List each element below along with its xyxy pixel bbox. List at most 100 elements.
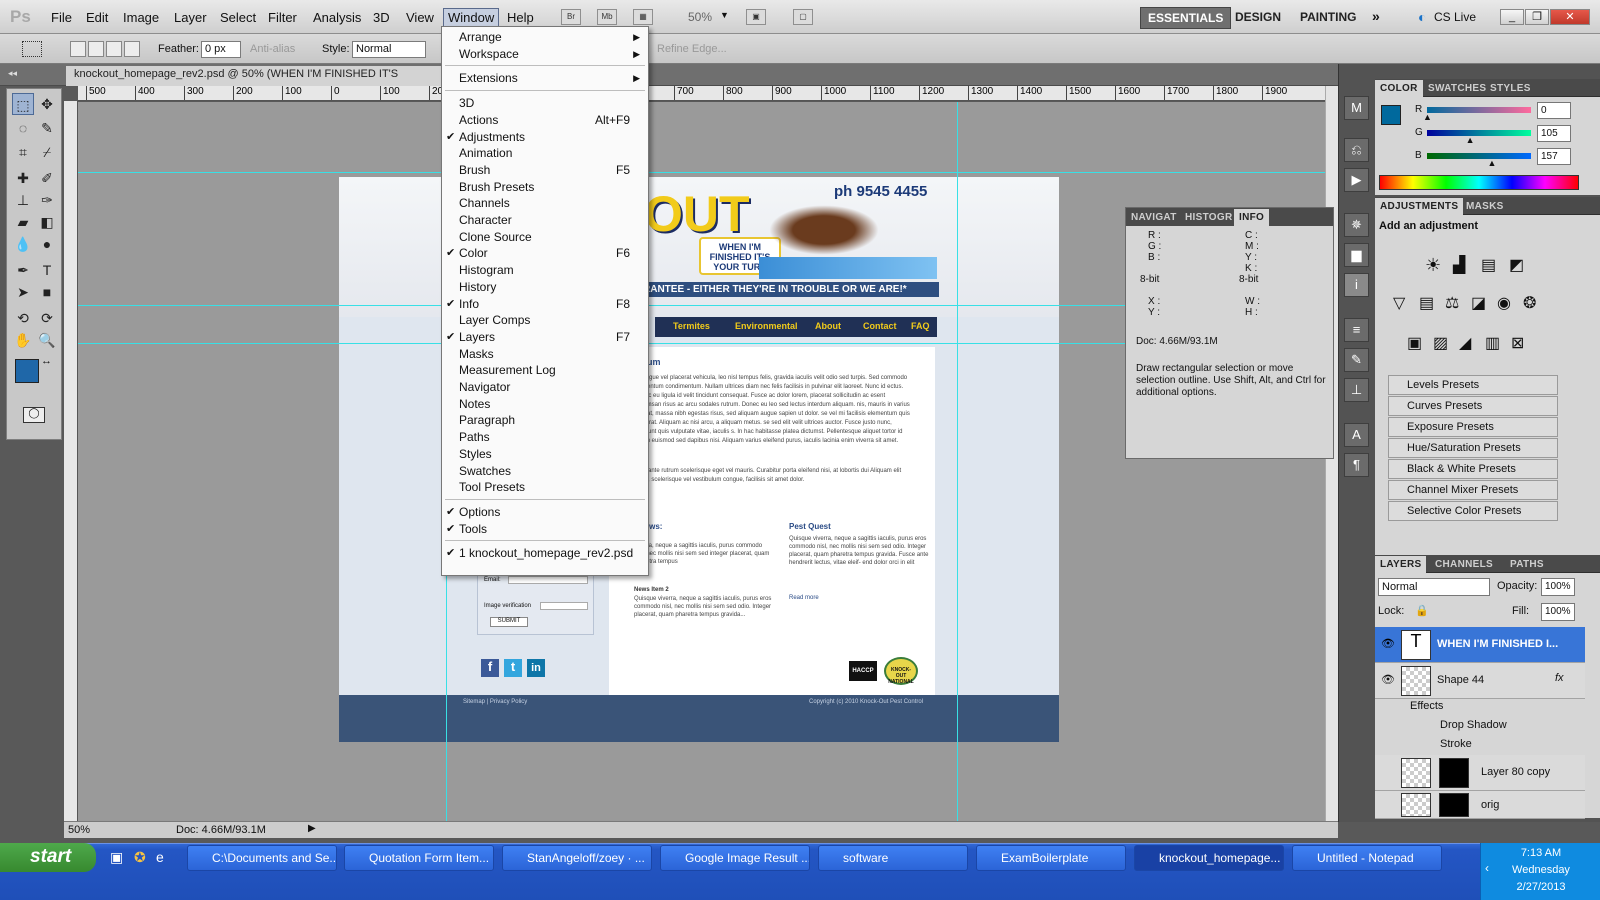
window-menu-item-arrange[interactable]: Arrange ▶ [442, 29, 648, 46]
window-menu-item-brush-presets[interactable]: Brush Presets [442, 179, 648, 196]
clone-source-icon[interactable]: ⊥ [1344, 378, 1369, 402]
more-workspaces-icon[interactable]: » [1372, 8, 1380, 24]
menu-edit[interactable]: Edit [82, 9, 112, 26]
window-menu-item-history[interactable]: History [442, 279, 648, 296]
task-explorer[interactable]: C:\Documents and Se... [187, 845, 337, 871]
layer-row[interactable]: orig [1375, 791, 1585, 819]
document-tab[interactable]: knockout_homepage_rev2.psd @ 50% (WHEN I… [66, 66, 446, 86]
task-notepad[interactable]: Untitled - Notepad [1292, 845, 1442, 871]
levels-presets[interactable]: Levels Presets [1388, 375, 1558, 395]
dodge-tool-icon[interactable]: ● [36, 233, 58, 255]
actions-icon[interactable]: ▶ [1344, 168, 1369, 192]
task-firefox[interactable]: Quotation Form Item... [344, 845, 494, 871]
window-menu-item-tools[interactable]: ✔ Tools [442, 521, 648, 538]
site-email-field[interactable] [508, 576, 588, 584]
window-menu-item-options[interactable]: ✔ Options [442, 504, 648, 521]
new-selection-icon[interactable] [70, 41, 86, 57]
curves-icon[interactable]: ▤ [1481, 255, 1496, 275]
color-r-input[interactable]: 0 [1537, 102, 1571, 119]
tab-histogram[interactable]: HISTOGR [1180, 209, 1237, 226]
twitter-icon[interactable]: t [504, 659, 522, 677]
minimize-button[interactable]: _ [1500, 9, 1524, 25]
layer-effect-stroke[interactable]: Stroke [1440, 738, 1472, 750]
layer-effects[interactable]: Effects [1410, 700, 1443, 712]
marquee-tool-preset-icon[interactable] [22, 41, 42, 57]
channel-mixer-presets[interactable]: Channel Mixer Presets [1388, 480, 1558, 500]
site-read-more-link[interactable]: Read more [789, 595, 819, 601]
tab-info[interactable]: INFO [1234, 209, 1270, 226]
task-chrome-1[interactable]: StanAngeloff/zoey · ... [502, 845, 652, 871]
swap-colors-icon[interactable]: ↔ [41, 355, 52, 367]
window-menu-item-tool-presets[interactable]: Tool Presets [442, 479, 648, 496]
window-menu-item-workspace[interactable]: Workspace ▶ [442, 46, 648, 63]
window-menu-item-1-knockout-homepage-rev2-psd[interactable]: ✔ 1 knockout_homepage_rev2.psd [442, 545, 648, 562]
menu-file[interactable]: File [47, 9, 76, 26]
lock-icon[interactable]: 🔒 [1415, 604, 1429, 617]
ie-icon[interactable]: e [156, 849, 164, 865]
close-button[interactable]: ✕ [1550, 9, 1590, 25]
color-g-input[interactable]: 105 [1537, 125, 1571, 142]
window-menu-item-adjustments[interactable]: ✔ Adjustments [442, 129, 648, 146]
history-icon[interactable]: ⎌ [1344, 138, 1369, 162]
start-button[interactable]: start [0, 843, 96, 872]
workspace-essentials[interactable]: ESSENTIALS [1140, 7, 1232, 29]
tab-swatches[interactable]: SWATCHES [1423, 80, 1491, 97]
menu-view[interactable]: View [402, 9, 438, 26]
chevron-down-icon[interactable]: ▼ [720, 10, 729, 20]
shape-tool-icon[interactable]: ■ [36, 281, 58, 303]
extras-icon[interactable]: ▦ [633, 9, 653, 25]
exposure-icon[interactable]: ◩ [1509, 255, 1524, 275]
window-menu-item-animation[interactable]: Animation [442, 145, 648, 162]
window-menu-item-brush[interactable]: Brush F5 [442, 162, 648, 179]
window-menu-item-swatches[interactable]: Swatches [442, 463, 648, 480]
refine-edge-button[interactable]: Refine Edge... [657, 43, 727, 55]
mini-bridge-icon[interactable]: M [1344, 96, 1369, 120]
pen-tool-icon[interactable]: ✒ [12, 259, 34, 281]
3d-rotate-tool-icon[interactable]: ⟲ [12, 307, 34, 329]
show-desktop-icon[interactable]: ▣ [110, 849, 123, 866]
eraser-tool-icon[interactable]: ▰ [12, 211, 34, 233]
move-tool-icon[interactable]: ✥ [36, 93, 58, 115]
zoom-level[interactable]: 50% [688, 10, 712, 24]
color-g-handle[interactable]: ▲ [1466, 135, 1475, 145]
curves-presets[interactable]: Curves Presets [1388, 396, 1558, 416]
site-verify-field[interactable] [540, 602, 588, 610]
task-chrome-2[interactable]: Google Image Result ... [660, 845, 810, 871]
tab-layers[interactable]: LAYERS [1375, 556, 1427, 573]
hand-tool-icon[interactable]: ✋ [12, 329, 34, 351]
vibrance-icon[interactable]: ▽ [1393, 293, 1405, 313]
threshold-icon[interactable]: ◢ [1459, 333, 1471, 353]
black-white-icon[interactable]: ◪ [1471, 293, 1486, 313]
color-b-handle[interactable]: ▲ [1487, 158, 1496, 168]
site-nav-environmental[interactable]: Environmental [735, 321, 798, 331]
site-nav-contact[interactable]: Contact [863, 321, 897, 331]
task-examboilerplate[interactable]: ExamBoilerplate [976, 845, 1126, 871]
status-zoom[interactable]: 50% [68, 824, 90, 836]
menu-layer[interactable]: Layer [170, 9, 211, 26]
histogram-icon[interactable]: ▆ [1344, 243, 1369, 267]
tab-masks[interactable]: MASKS [1461, 198, 1509, 215]
window-menu-item-info[interactable]: ✔ Info F8 [442, 296, 648, 313]
minibridge-button[interactable]: Mb [597, 9, 617, 25]
site-submit-button[interactable]: SUBMIT [490, 617, 528, 627]
3d-orbit-tool-icon[interactable]: ⟳ [36, 307, 58, 329]
color-balance-icon[interactable]: ⚖ [1445, 293, 1459, 313]
lasso-tool-icon[interactable]: ◌ [12, 117, 34, 139]
feather-input[interactable]: 0 px [201, 41, 241, 58]
color-r-slider[interactable] [1427, 107, 1531, 113]
site-footer-links[interactable]: Sitemap | Privacy Policy [463, 699, 527, 705]
window-menu-item-extensions[interactable]: Extensions ▶ [442, 70, 648, 87]
bridge-button[interactable]: Br [561, 9, 581, 25]
window-menu-item-character[interactable]: Character [442, 212, 648, 229]
menu-image[interactable]: Image [119, 9, 163, 26]
status-menu-arrow-icon[interactable]: ▶ [308, 823, 316, 834]
window-menu-item-masks[interactable]: Masks [442, 346, 648, 363]
color-fg-swatch[interactable] [1381, 105, 1401, 125]
blend-mode-select[interactable]: Normal [1378, 578, 1490, 596]
window-menu-item-notes[interactable]: Notes [442, 396, 648, 413]
site-nav-termites[interactable]: Termites [673, 321, 710, 331]
color-g-slider[interactable] [1427, 130, 1531, 136]
foreground-color-swatch[interactable] [15, 359, 39, 383]
quicklaunch-icon[interactable]: ✪ [134, 849, 146, 866]
zoom-tool-icon[interactable]: 🔍 [36, 329, 58, 351]
